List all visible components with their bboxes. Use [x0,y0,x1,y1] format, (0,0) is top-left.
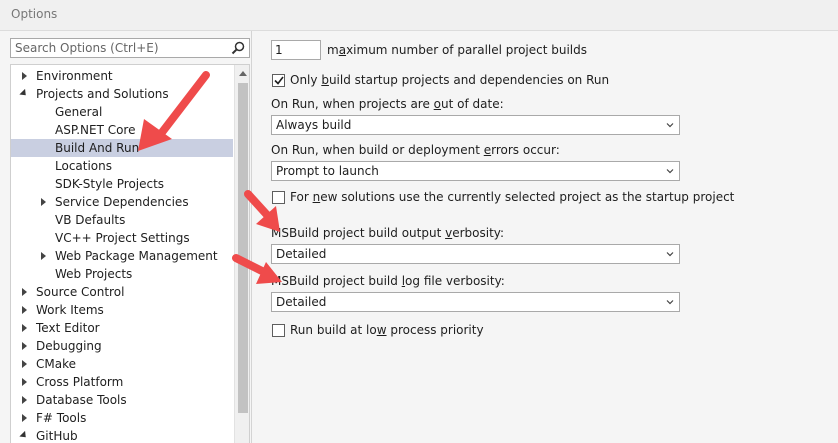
expanded-arrow-icon[interactable] [19,85,29,103]
tree-scrollbar[interactable] [234,65,249,443]
tree-item[interactable]: Build And Run [11,139,233,157]
tree-item-label: VC++ Project Settings [55,231,190,245]
scroll-up-button[interactable] [235,65,249,81]
scroll-thumb[interactable] [238,83,248,413]
tree-item[interactable]: Web Projects [11,265,233,283]
tree-item-label: Debugging [36,339,102,353]
only-startup-label: Only build startup projects and dependen… [290,73,610,87]
collapsed-arrow-icon[interactable] [38,193,48,211]
log-verbosity-select[interactable]: Detailed [271,292,680,312]
chevron-down-icon [666,252,674,257]
log-verbosity-value: Detailed [276,295,327,309]
collapsed-arrow-icon[interactable] [19,301,29,319]
collapsed-arrow-icon[interactable] [19,319,29,337]
tree-item-label: Cross Platform [36,375,124,389]
tree-item[interactable]: GitHub [11,427,233,443]
title-bar: Options [0,0,838,31]
chevron-down-icon [666,123,674,128]
build-errors-select[interactable]: Prompt to launch [271,161,680,181]
chevron-up-icon [239,70,247,76]
new-solutions-label: For new solutions use the currently sele… [290,190,735,204]
tree-item[interactable]: Locations [11,157,233,175]
parallel-builds-input[interactable]: 1 [271,40,321,60]
pane-divider [251,31,252,443]
checkmark-icon [273,76,284,85]
tree-item-label: Environment [36,69,113,83]
out-of-date-value: Always build [276,118,352,132]
search-box[interactable] [10,38,250,58]
tree-item-label: Text Editor [36,321,100,335]
low-priority-checkbox[interactable] [272,323,285,337]
tree-item[interactable]: VB Defaults [11,211,233,229]
tree-item[interactable]: Web Package Management [11,247,233,265]
parallel-builds-row: 1 maximum number of parallel project bui… [271,40,587,60]
tree-item-label: VB Defaults [55,213,126,227]
only-startup-row[interactable]: Only build startup projects and dependen… [272,73,609,87]
search-input[interactable] [11,39,226,57]
tree-item[interactable]: Projects and Solutions [11,85,233,103]
build-errors-value: Prompt to launch [276,164,379,178]
new-solutions-row[interactable]: For new solutions use the currently sele… [272,190,734,204]
tree-item[interactable]: ASP.NET Core [11,121,233,139]
tree-item[interactable]: Work Items [11,301,233,319]
tree-item-label: Web Projects [55,267,133,281]
collapsed-arrow-icon[interactable] [19,283,29,301]
chevron-down-icon [666,300,674,305]
tree-item[interactable]: F# Tools [11,409,233,427]
log-verbosity-label: MSBuild project build log file verbosity… [271,274,505,288]
tree-item[interactable]: Service Dependencies [11,193,233,211]
out-of-date-label: On Run, when projects are out of date: [271,97,504,111]
tree-item-label: CMake [36,357,76,371]
tree-item[interactable]: Source Control [11,283,233,301]
tree-item[interactable]: SDK-Style Projects [11,175,233,193]
tree-item[interactable]: VC++ Project Settings [11,229,233,247]
expanded-arrow-icon[interactable] [19,427,29,443]
tree-item-label: Service Dependencies [55,195,189,209]
collapsed-arrow-icon[interactable] [19,67,29,85]
new-solutions-checkbox[interactable] [272,190,285,204]
collapsed-arrow-icon[interactable] [19,337,29,355]
options-tree: Environment Projects and Solutions General… [10,64,250,443]
collapsed-arrow-icon[interactable] [19,355,29,373]
tree-item-label: SDK-Style Projects [55,177,165,191]
tree-item-label: Web Package Management [55,249,218,263]
tree-item-label: Projects and Solutions [36,87,169,101]
output-verbosity-label: MSBuild project build output verbosity: [271,226,505,240]
tree-item[interactable]: General [11,103,233,121]
tree-item[interactable]: CMake [11,355,233,373]
chevron-down-icon [666,169,674,174]
build-errors-label: On Run, when build or deployment errors … [271,143,560,157]
tree-item[interactable]: Database Tools [11,391,233,409]
out-of-date-select[interactable]: Always build [271,115,680,135]
collapsed-arrow-icon[interactable] [38,247,48,265]
tree-item[interactable]: Cross Platform [11,373,233,391]
collapsed-arrow-icon[interactable] [19,391,29,409]
low-priority-row[interactable]: Run build at low process priority [272,323,484,337]
search-icon[interactable] [230,40,246,56]
tree-item-label: Source Control [36,285,125,299]
tree-item-label: Work Items [36,303,104,317]
tree-item[interactable]: Environment [11,67,233,85]
tree-item-label: ASP.NET Core [55,123,136,137]
tree-item-label: F# Tools [36,411,87,425]
tree-item[interactable]: Text Editor [11,319,233,337]
low-priority-label: Run build at low process priority [290,323,484,337]
collapsed-arrow-icon[interactable] [19,409,29,427]
output-verbosity-value: Detailed [276,247,327,261]
tree-item-label: Database Tools [36,393,127,407]
only-startup-checkbox[interactable] [272,73,285,87]
tree-item-label: GitHub [36,429,78,443]
window-title: Options [11,7,58,21]
tree-rows: Environment Projects and Solutions General… [11,67,233,443]
tree-item-label: Locations [55,159,113,173]
tree-item[interactable]: Debugging [11,337,233,355]
tree-item-label: Build And Run [55,141,140,155]
tree-item-label: General [55,105,103,119]
parallel-builds-label: maximum number of parallel project build… [327,43,588,57]
output-verbosity-select[interactable]: Detailed [271,244,680,264]
collapsed-arrow-icon[interactable] [19,373,29,391]
